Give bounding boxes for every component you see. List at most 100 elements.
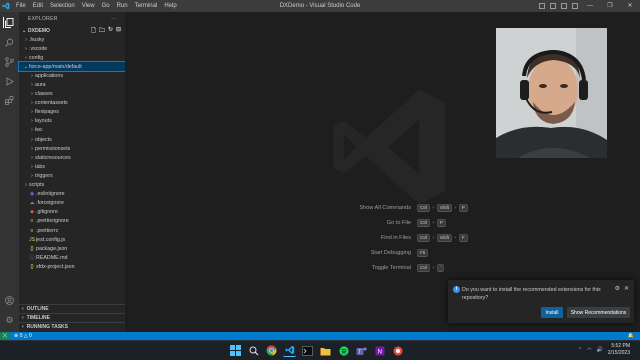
- customize-layout-icon[interactable]: [572, 3, 578, 9]
- file-type-icon: ◉: [29, 191, 35, 198]
- file-explorer-icon[interactable]: [319, 344, 332, 357]
- new-file-icon[interactable]: 🗋: [91, 26, 96, 36]
- key-plus: +: [454, 235, 457, 240]
- minimize-button[interactable]: —: [580, 0, 600, 12]
- tree-item-label: .husky: [29, 36, 45, 43]
- close-icon[interactable]: ✕: [624, 285, 629, 292]
- tree-folder[interactable]: › layouts: [19, 117, 125, 126]
- wifi-icon[interactable]: ◠: [587, 347, 591, 353]
- tree-folder[interactable]: › permissionsets: [19, 144, 125, 153]
- menu-file[interactable]: File: [16, 3, 26, 9]
- explorer-title: EXPLORER: [28, 16, 58, 22]
- clock[interactable]: 5:52 PM 2/15/2023: [608, 343, 630, 357]
- tree-file[interactable]: ⓘ README.md: [19, 253, 125, 262]
- tree-folder[interactable]: › .husky: [19, 35, 125, 44]
- tree-file[interactable]: {} package.json: [19, 244, 125, 253]
- chevron-right-icon: ›: [22, 306, 24, 312]
- toggle-panel-icon[interactable]: [550, 3, 556, 9]
- teams-icon[interactable]: T: [355, 344, 368, 357]
- chevron-up-icon[interactable]: ⌃: [578, 347, 582, 353]
- toggle-secondary-sidebar-icon[interactable]: [561, 3, 567, 9]
- tree-file[interactable]: JS jest.config.js: [19, 235, 125, 244]
- tree-folder[interactable]: ⌄ force-app / main/default: [18, 61, 126, 73]
- taskbar-apps: T N: [229, 344, 404, 357]
- tree-folder[interactable]: › scripts: [19, 181, 125, 190]
- tree-folder[interactable]: › objects: [19, 135, 125, 144]
- more-actions-icon[interactable]: ···: [111, 16, 117, 22]
- menu-help[interactable]: Help: [164, 3, 176, 9]
- outline-section[interactable]: › OUTLINE: [19, 304, 125, 313]
- tree-folder[interactable]: › classes: [19, 90, 125, 99]
- menu-view[interactable]: View: [82, 3, 95, 9]
- explorer-icon[interactable]: [3, 17, 14, 28]
- tree-folder[interactable]: › config: [19, 53, 125, 62]
- file-type-icon: ≡: [30, 218, 34, 225]
- tree-file[interactable]: ≡ .prettierrc: [19, 226, 125, 235]
- running-tasks-section[interactable]: › RUNNING TASKS: [19, 322, 125, 331]
- maximize-button[interactable]: ❐: [600, 0, 620, 12]
- project-name: DXDEMO: [28, 27, 50, 34]
- tree-folder[interactable]: › staticresources: [19, 153, 125, 162]
- spotify-icon[interactable]: [337, 344, 350, 357]
- key-plus: +: [432, 265, 435, 270]
- new-folder-icon[interactable]: 🗀: [99, 26, 105, 36]
- shortcut-row: Show All Commands Ctrl + Shift + P: [330, 200, 468, 215]
- tree-file[interactable]: {} sfdx-project.json: [19, 262, 125, 271]
- vscode-logo-icon: [0, 0, 12, 12]
- recorder-icon[interactable]: [391, 344, 404, 357]
- accounts-icon[interactable]: [4, 295, 15, 306]
- toggle-sidebar-icon[interactable]: [539, 3, 545, 9]
- source-control-icon[interactable]: [4, 56, 15, 67]
- tree-file[interactable]: ◉ .eslintignore: [19, 190, 125, 199]
- vscode-taskbar-icon[interactable]: [283, 344, 296, 357]
- menu-go[interactable]: Go: [102, 3, 110, 9]
- collapse-all-icon[interactable]: ⊟: [116, 26, 121, 36]
- tree-item-label: objects: [35, 136, 52, 143]
- tree-file[interactable]: ☁ .forceignore: [19, 199, 125, 208]
- tree-file[interactable]: ≡ .prettierignore: [19, 217, 125, 226]
- tree-item-label: scripts: [29, 182, 45, 189]
- menu-edit[interactable]: Edit: [33, 3, 43, 9]
- tree-folder[interactable]: › triggers: [19, 171, 125, 180]
- file-type-icon: ≡: [30, 227, 34, 234]
- chrome-icon[interactable]: [265, 344, 278, 357]
- remote-indicator-icon[interactable]: ⟩⟨: [0, 332, 10, 340]
- install-button[interactable]: Install: [541, 307, 563, 318]
- notification-message: Do you want to install the recommended e…: [462, 287, 601, 301]
- menu-selection[interactable]: Selection: [50, 3, 75, 9]
- tree-folder[interactable]: › applications: [19, 71, 125, 80]
- refresh-icon[interactable]: ↻: [108, 26, 113, 36]
- tree-folder[interactable]: › tabs: [19, 162, 125, 171]
- tree-folder[interactable]: › flexipages: [19, 108, 125, 117]
- tree-folder[interactable]: › .vscode: [19, 44, 125, 53]
- tree-folder[interactable]: › lwc: [19, 126, 125, 135]
- close-window-button[interactable]: ✕: [620, 0, 640, 12]
- tree-item-label: permissionsets: [35, 145, 71, 152]
- tree-folder[interactable]: › aura: [19, 80, 125, 89]
- tree-folder[interactable]: › contentassets: [19, 99, 125, 108]
- tree-item-label: .vscode: [29, 45, 48, 52]
- extensions-icon[interactable]: [4, 95, 15, 106]
- menu-run[interactable]: Run: [117, 3, 128, 9]
- tree-item-label: force-app: [29, 63, 52, 70]
- notifications-bell-icon[interactable]: 🔔: [628, 333, 634, 339]
- terminal-icon[interactable]: [301, 344, 314, 357]
- timeline-label: TIMELINE: [26, 315, 51, 321]
- run-debug-icon[interactable]: [4, 76, 15, 87]
- volume-icon[interactable]: 🔊: [597, 347, 603, 353]
- notification-settings-icon[interactable]: ⚙: [615, 285, 620, 292]
- clock-date: 2/15/2023: [607, 350, 630, 356]
- manage-gear-icon[interactable]: ⚙: [4, 315, 15, 326]
- search-icon[interactable]: [4, 37, 15, 48]
- onenote-icon[interactable]: N: [373, 344, 386, 357]
- shortcut-label: Show All Commands: [359, 204, 411, 211]
- show-recommendations-button[interactable]: Show Recommendations: [567, 307, 630, 318]
- problems-indicator[interactable]: ⊗ 0 △ 0: [14, 333, 32, 339]
- timeline-section[interactable]: › TIMELINE: [19, 313, 125, 322]
- menu-terminal[interactable]: Terminal: [135, 3, 158, 9]
- tree-file[interactable]: ◆ .gitignore: [19, 208, 125, 217]
- project-header[interactable]: ⌄ DXDEMO 🗋 🗀 ↻ ⊟: [19, 26, 125, 35]
- keybinding-key: Ctrl: [417, 233, 431, 242]
- start-button-icon[interactable]: [229, 344, 242, 357]
- search-icon[interactable]: [247, 344, 260, 357]
